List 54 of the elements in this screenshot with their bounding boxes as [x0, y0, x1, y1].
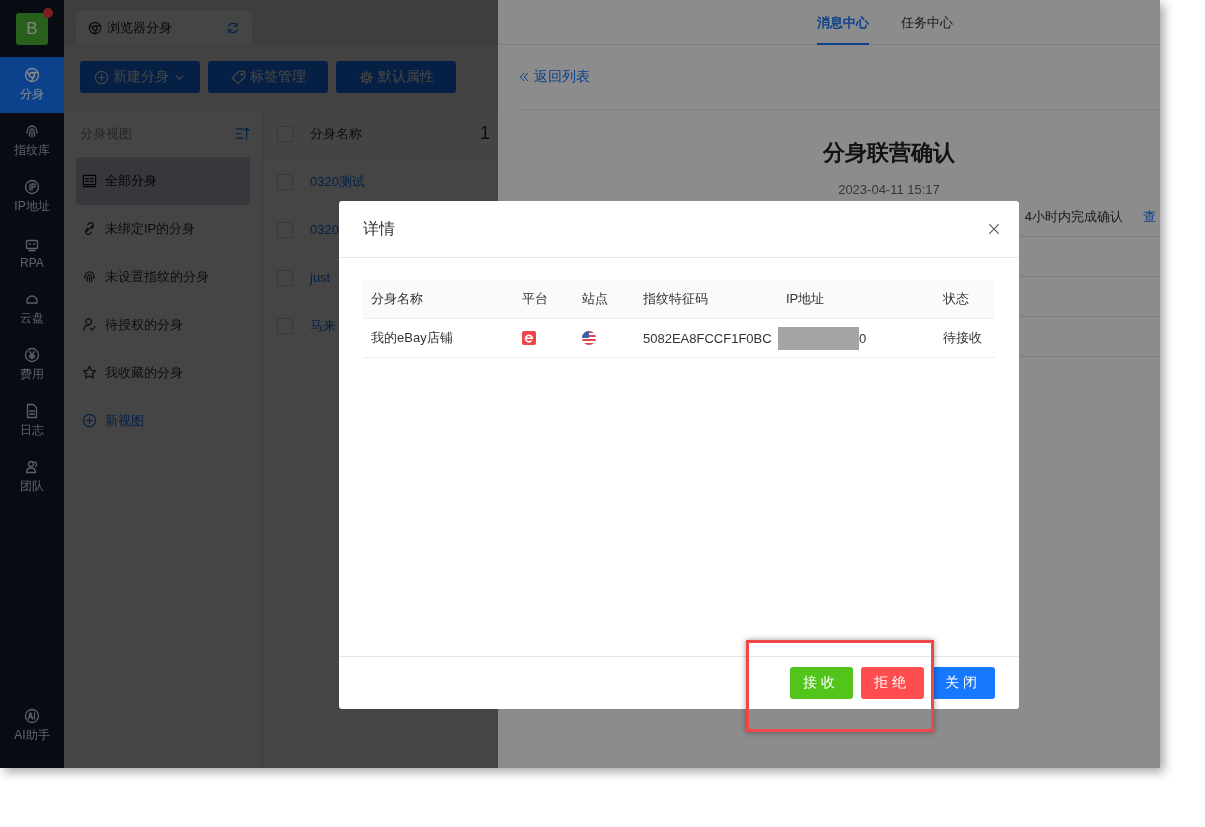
id-card-icon: [82, 173, 97, 188]
column-header: 站点: [574, 280, 635, 318]
table-cell: 待接收: [935, 318, 995, 358]
table-cell: 我的eBay店铺: [363, 318, 514, 358]
notice-text: 4小时内完成确认: [1024, 207, 1123, 226]
tab[interactable]: 任务中心: [901, 0, 953, 45]
column-header: IP地址: [778, 280, 935, 318]
sidebar-item[interactable]: 云盘: [0, 281, 64, 337]
browser-icon: [24, 67, 40, 83]
sort-icon: [235, 126, 250, 141]
user-check-icon: [82, 317, 97, 332]
table-cell: 5082EA8FCCF1F0BC: [635, 318, 778, 358]
column-header: 状态: [935, 280, 995, 318]
star-icon: [82, 365, 97, 380]
message-date: 2023-04-11 15:17: [837, 182, 941, 197]
sidebar-item[interactable]: 团队: [0, 449, 64, 505]
fingerprint-icon: [82, 269, 97, 284]
dialog-title: 详情: [363, 218, 395, 239]
view-link[interactable]: 查: [1143, 207, 1160, 226]
browser-tab[interactable]: 浏览器分身: [76, 11, 252, 45]
close-button[interactable]: 关闭: [932, 667, 995, 699]
double-chevron-icon: [518, 71, 530, 83]
reject-button[interactable]: 拒绝: [861, 667, 924, 699]
tag-icon: [230, 69, 246, 85]
browser-icon: [88, 21, 102, 35]
sidebar-item[interactable]: IP地址: [0, 169, 64, 225]
ip-icon: [24, 179, 40, 195]
sidebar-item[interactable]: 分身: [0, 57, 64, 113]
sidebar-item[interactable]: RPA: [0, 225, 64, 281]
fingerprint-icon: [24, 123, 40, 139]
document-icon: [24, 403, 40, 419]
column-header: 指纹特征码: [635, 280, 778, 318]
settings-icon: [358, 69, 374, 85]
ai-icon: [24, 708, 40, 724]
sidebar-item[interactable]: AI助手: [0, 698, 64, 754]
yen-icon: [24, 347, 40, 363]
close-icon: [987, 222, 1001, 236]
unlink-icon: [82, 221, 97, 236]
team-icon: [24, 459, 40, 475]
flag-icon: [582, 331, 596, 345]
platform-icon: [522, 331, 536, 345]
column-header: 平台: [514, 280, 574, 318]
back-link[interactable]: 返回列表: [518, 45, 1160, 110]
plus-circle-icon: [94, 69, 109, 85]
message-title: 分身联营确认: [822, 139, 956, 167]
sidebar-item[interactable]: 指纹库: [0, 113, 64, 169]
sidebar-item[interactable]: 费用: [0, 337, 64, 393]
accept-button[interactable]: 接收: [790, 667, 853, 699]
column-header: 分身名称: [363, 280, 514, 318]
table-cell: 0: [859, 330, 867, 346]
refresh-icon: [226, 21, 240, 35]
sidebar-item[interactable]: 日志: [0, 393, 64, 449]
tab[interactable]: 消息中心: [817, 0, 869, 45]
plus-circle-icon: [82, 413, 97, 428]
